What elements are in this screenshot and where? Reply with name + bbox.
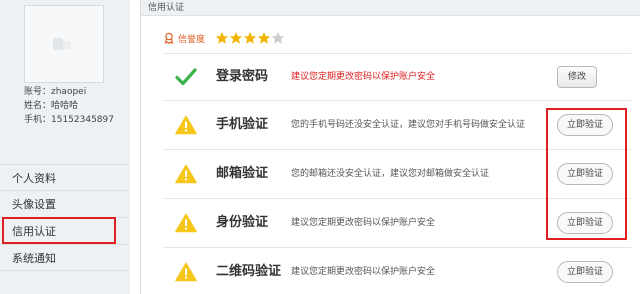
star-icon-filled bbox=[229, 32, 243, 44]
warning-icon bbox=[175, 115, 197, 135]
star-icon-empty bbox=[271, 32, 285, 44]
item-description: 建议您定期更改密码以保护账户安全 bbox=[291, 267, 436, 277]
sidebar-item-profile[interactable]: 个人资料 bbox=[0, 164, 128, 191]
page-title: 信用认证 bbox=[148, 3, 185, 13]
sidebar: 账号：zhaopei 姓名：哈哈哈 手机：15152345897 个人资料 头像… bbox=[0, 0, 130, 294]
star-icon-filled bbox=[215, 32, 229, 44]
item-title: 二维码验证 bbox=[216, 264, 282, 279]
warning-icon bbox=[175, 164, 197, 184]
item-description: 建议您定期更改密码以保护账户安全 bbox=[291, 218, 436, 228]
item-description: 您的手机号码还没安全认证，建议您对手机号码做安全认证 bbox=[291, 120, 526, 130]
avatar[interactable] bbox=[24, 5, 104, 83]
name-info: 姓名：哈哈哈 bbox=[24, 101, 79, 111]
list-item-qrcode-verification: 二维码验证 建议您定期更改密码以保护账户安全 立即验证 bbox=[163, 249, 631, 294]
item-description: 建议您定期更改密码以保护账户安全 bbox=[291, 72, 436, 82]
warning-icon bbox=[175, 213, 197, 233]
item-description: 您的邮箱还没安全认证，建议您对邮箱做安全认证 bbox=[291, 169, 490, 179]
phone-info: 手机：15152345897 bbox=[24, 115, 114, 125]
panel-header: 信用认证 bbox=[141, 0, 640, 16]
verify-buttons-highlight-box bbox=[546, 108, 627, 240]
item-title: 邮箱验证 bbox=[216, 166, 269, 181]
modify-password-button[interactable]: 修改 bbox=[557, 66, 597, 88]
warning-icon bbox=[175, 262, 197, 282]
credit-rating: 信誉度 bbox=[163, 30, 285, 46]
credit-menu-highlight-box bbox=[2, 217, 116, 244]
medal-icon bbox=[164, 32, 174, 44]
sidebar-item-system-notice[interactable]: 系统通知 bbox=[0, 244, 128, 271]
star-icon-filled bbox=[243, 32, 257, 44]
star-icon-filled bbox=[257, 32, 271, 44]
checkmark-icon bbox=[175, 68, 197, 86]
verify-qrcode-button[interactable]: 立即验证 bbox=[557, 261, 613, 283]
credit-label: 信誉度 bbox=[178, 34, 206, 45]
item-title: 身份验证 bbox=[216, 215, 269, 230]
item-title: 登录密码 bbox=[216, 69, 269, 84]
sidebar-item-avatar-settings[interactable]: 头像设置 bbox=[0, 190, 128, 217]
avatar-placeholder bbox=[53, 38, 63, 50]
avatar-placeholder-detail bbox=[63, 41, 71, 49]
item-title: 手机验证 bbox=[216, 117, 269, 132]
account-info: 账号：zhaopei bbox=[24, 87, 87, 97]
list-item-login-password: 登录密码 建议您定期更改密码以保护账户安全 修改 bbox=[163, 53, 631, 101]
